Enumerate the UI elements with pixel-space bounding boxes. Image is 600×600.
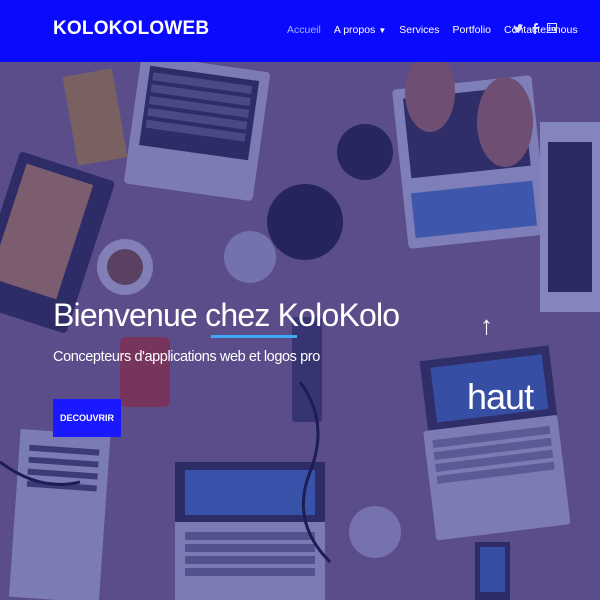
nav-item-accueil[interactable]: Accueil [287, 24, 321, 36]
twitter-icon[interactable] [512, 22, 523, 34]
hero-title: Bienvenue chez KoloKolo [53, 297, 400, 333]
nav-item-a-propos[interactable]: A propos ▼ [334, 24, 386, 36]
social-links [512, 22, 563, 34]
title-underline [211, 335, 297, 338]
navbar: KOLOKOLOWEB Accueil A propos ▼ Services P… [0, 0, 600, 62]
nav-item-portfolio[interactable]: Portfolio [453, 24, 492, 36]
hero-subtitle: Concepteurs d'applications web et logos … [53, 349, 320, 365]
hero-section: Bienvenue chez KoloKolo Concepteurs d'ap… [0, 62, 600, 600]
nav-item-label: A propos [333, 24, 376, 36]
brand-logo[interactable]: KOLOKOLOWEB [53, 18, 209, 40]
chevron-down-icon: ▼ [378, 26, 387, 35]
discover-button[interactable]: DECOUVRIR [53, 399, 121, 437]
arrow-up-icon[interactable]: ↑ [480, 312, 493, 338]
nav-item-services[interactable]: Services [399, 24, 439, 36]
linkedin-icon[interactable] [546, 22, 557, 34]
back-to-top-link[interactable]: haut [467, 376, 534, 418]
facebook-icon[interactable] [529, 22, 540, 34]
